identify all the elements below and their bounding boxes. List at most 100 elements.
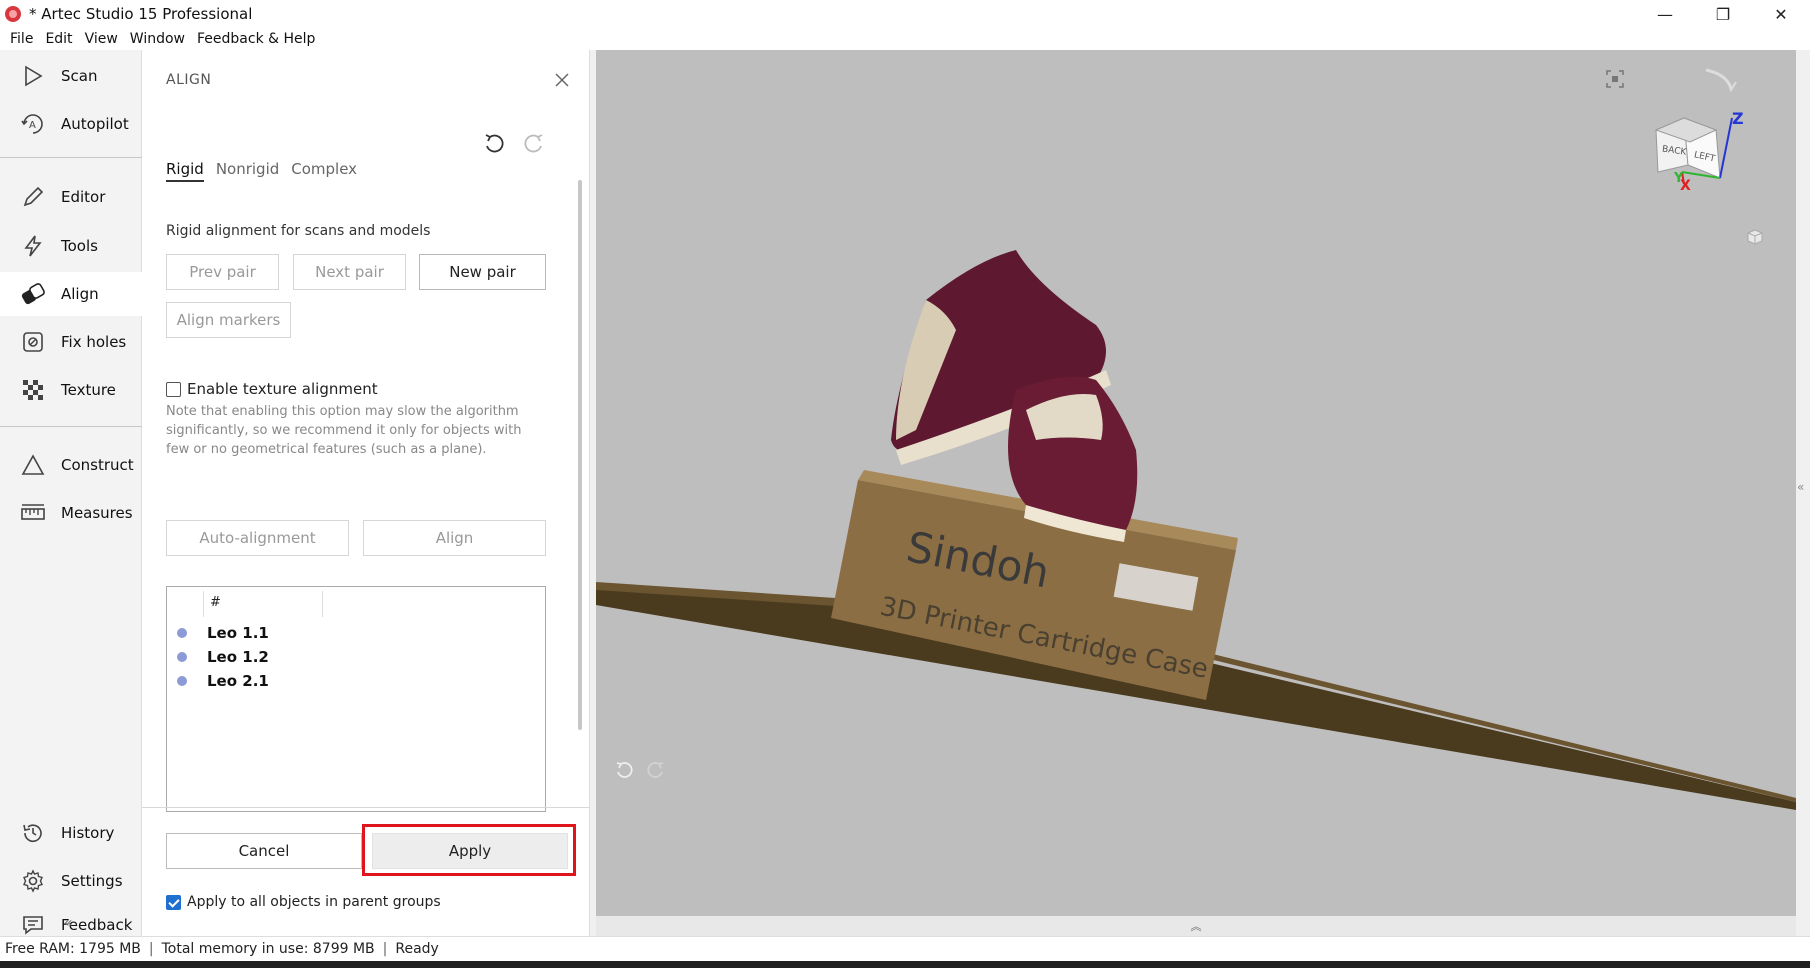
menu-file[interactable]: File — [4, 31, 39, 47]
nav-autopilot-label: Autopilot — [61, 115, 129, 133]
expand-right-icon[interactable]: « — [1797, 480, 1804, 494]
menu-view[interactable]: View — [79, 31, 124, 47]
apply-button[interactable]: Apply — [372, 833, 568, 869]
next-pair-button[interactable]: Next pair — [293, 254, 406, 290]
orientation-cube[interactable]: BACK LEFT Z X Y — [1636, 60, 1746, 200]
nav-align[interactable]: Align — [0, 272, 142, 316]
prev-pair-button[interactable]: Prev pair — [166, 254, 279, 290]
nav-tools[interactable]: Tools — [0, 224, 142, 268]
panel-title: ALIGN — [166, 72, 212, 88]
nav-texture-label: Texture — [61, 381, 116, 399]
bottom-panel-toggle[interactable]: ︽ — [596, 916, 1796, 936]
texture-alignment-checkbox[interactable] — [166, 381, 181, 397]
nav-texture[interactable]: Texture — [0, 368, 142, 412]
nav-fix-holes[interactable]: Fix holes — [0, 320, 142, 364]
history-icon — [20, 820, 46, 846]
undo-icon[interactable] — [480, 130, 508, 158]
nav-align-label: Align — [61, 285, 99, 303]
texture-alignment-checkbox-row[interactable]: Enable texture alignment — [166, 380, 378, 398]
app-logo-icon — [5, 6, 21, 22]
apply-all-label: Apply to all objects in parent groups — [187, 894, 441, 910]
redo-icon[interactable] — [520, 130, 548, 158]
tab-nonrigid[interactable]: Nonrigid — [216, 160, 279, 182]
nav-measures-label: Measures — [61, 504, 133, 522]
scan-list[interactable]: # Leo 1.1 Leo 1.2 Leo 2.1 — [166, 586, 546, 812]
nav-fix-holes-label: Fix holes — [61, 333, 127, 351]
nav-editor[interactable]: Editor — [0, 175, 142, 219]
nav-settings-label: Settings — [61, 872, 123, 890]
item-name: Leo 1.1 — [207, 624, 269, 642]
nav-history[interactable]: History — [0, 811, 142, 855]
panel-scrollbar[interactable] — [578, 132, 582, 732]
axis-y-label: Y — [1673, 171, 1684, 186]
nav-settings[interactable]: Settings — [0, 859, 142, 903]
collapse-sidebar-button[interactable]: « — [64, 915, 73, 931]
nav-autopilot[interactable]: A Autopilot — [0, 102, 142, 146]
menu-bar: File Edit View Window Feedback & Help — [0, 28, 1810, 50]
menu-edit[interactable]: Edit — [39, 31, 78, 47]
nav-divider — [0, 157, 142, 158]
ruler-icon — [20, 500, 46, 526]
align-mode-tabs: Rigid Nonrigid Complex — [166, 160, 369, 182]
item-status-dot — [177, 628, 187, 638]
item-name: Leo 1.2 — [207, 648, 269, 666]
align-button[interactable]: Align — [363, 520, 546, 556]
view-cube-small-icon[interactable] — [1746, 228, 1764, 246]
maximize-button[interactable]: ❐ — [1694, 0, 1752, 28]
taskbar-edge — [0, 961, 1810, 968]
texture-note: Note that enabling this option may slow … — [166, 404, 522, 457]
status-separator: | — [382, 941, 388, 957]
tab-complex[interactable]: Complex — [291, 160, 357, 182]
scene-render: Sindoh 3D Printer Cartridge Case — [596, 250, 1796, 810]
apply-all-checkbox-row[interactable]: Apply to all objects in parent groups — [166, 894, 441, 910]
item-name: Leo 2.1 — [207, 672, 269, 690]
nav-tools-label: Tools — [61, 237, 98, 255]
viewport-undo-icon[interactable] — [614, 760, 636, 782]
nav-measures[interactable]: Measures — [0, 491, 142, 535]
nav-construct-label: Construct — [61, 456, 134, 474]
texture-alignment-label: Enable texture alignment — [187, 380, 378, 398]
nav-construct[interactable]: Construct — [0, 443, 142, 487]
tab-rigid[interactable]: Rigid — [166, 160, 204, 182]
nav-scan[interactable]: Scan — [0, 54, 142, 98]
checkerboard-icon — [20, 377, 46, 403]
pencil-icon — [20, 184, 46, 210]
expand-bottom-icon[interactable]: ︽ — [1191, 918, 1202, 934]
gear-icon — [20, 868, 46, 894]
minimize-button[interactable]: — — [1636, 0, 1694, 28]
new-pair-button[interactable]: New pair — [419, 254, 546, 290]
auto-alignment-button[interactable]: Auto-alignment — [166, 520, 349, 556]
list-item[interactable]: Leo 2.1 — [167, 669, 545, 693]
status-separator: | — [148, 941, 154, 957]
window-controls: — ❐ ✕ — [1636, 0, 1810, 28]
close-window-button[interactable]: ✕ — [1752, 0, 1810, 28]
item-status-dot — [177, 676, 187, 686]
apply-all-checkbox[interactable] — [166, 894, 181, 910]
play-icon — [20, 63, 46, 89]
triangle-icon — [20, 452, 46, 478]
align-icon — [20, 281, 46, 307]
right-panel-toggle[interactable]: « — [1796, 50, 1810, 936]
nav-history-label: History — [61, 824, 115, 842]
title-bar: * Artec Studio 15 Professional — ❐ ✕ — [0, 0, 1810, 28]
artec-studio-window: * Artec Studio 15 Professional — ❐ ✕ Fil… — [0, 0, 1810, 968]
autopilot-icon: A — [20, 111, 46, 137]
cancel-button[interactable]: Cancel — [166, 833, 362, 869]
viewport-redo-icon[interactable] — [644, 760, 666, 782]
menu-window[interactable]: Window — [124, 31, 191, 47]
list-item[interactable]: Leo 1.1 — [167, 621, 545, 645]
align-markers-button[interactable]: Align markers — [166, 302, 291, 338]
footer-divider — [142, 807, 590, 808]
fit-view-icon[interactable] — [1606, 70, 1624, 88]
scrollbar-thumb[interactable] — [578, 180, 582, 730]
svg-text:A: A — [29, 120, 36, 131]
3d-viewport[interactable]: Sindoh 3D Printer Cartridge Case BACK LE… — [596, 50, 1796, 936]
app-state-status: Ready — [395, 941, 439, 957]
total-memory-status: Total memory in use: 8799 MB — [161, 941, 375, 957]
panel-close-icon[interactable] — [550, 68, 574, 92]
nav-scan-label: Scan — [61, 67, 98, 85]
list-item[interactable]: Leo 1.2 — [167, 645, 545, 669]
axis-z-label: Z — [1732, 109, 1744, 128]
menu-feedback-help[interactable]: Feedback & Help — [191, 31, 321, 47]
list-header-number[interactable]: # — [203, 591, 323, 617]
